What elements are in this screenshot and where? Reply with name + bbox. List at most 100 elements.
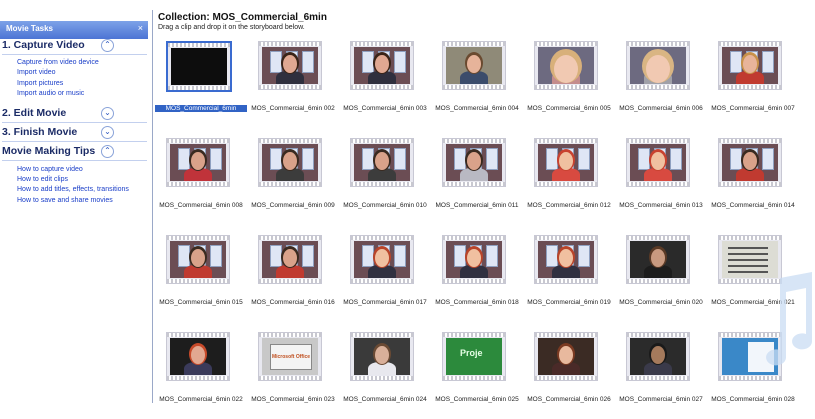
film-strip — [535, 376, 597, 380]
clip-thumbnail[interactable]: MOS_Commercial_6min 013 — [615, 135, 707, 225]
clip-label: MOS_Commercial_6min 013 — [619, 202, 703, 209]
video-frame — [630, 338, 686, 375]
clip-thumbnail-image — [718, 138, 782, 187]
link-how-to-edit[interactable]: How to edit clips — [17, 176, 68, 183]
section-capture-video[interactable]: 1. Capture Video ⌃ — [0, 39, 150, 55]
clip-label: MOS_Commercial_6min 016 — [251, 299, 335, 306]
chevron-down-icon[interactable]: ⌄ — [101, 107, 114, 120]
section-edit-movie[interactable]: 2. Edit Movie ⌄ — [0, 107, 150, 123]
film-strip — [443, 85, 505, 89]
clip-thumbnail[interactable]: MOS_Commercial_6min 026 — [523, 329, 615, 419]
film-strip — [259, 139, 321, 143]
clip-thumbnail[interactable]: Proje MOS_Commercial_6min 025 — [431, 329, 523, 419]
link-how-to-save[interactable]: How to save and share movies — [17, 197, 113, 204]
clip-thumbnail-image — [626, 138, 690, 187]
section-title: 2. Edit Movie — [2, 107, 67, 119]
clip-thumbnail[interactable]: MOS_Commercial_6min 005 — [523, 38, 615, 128]
film-strip — [535, 333, 597, 337]
clip-thumbnail-image — [166, 138, 230, 187]
clip-thumbnail-image — [258, 138, 322, 187]
video-frame — [446, 241, 502, 278]
clip-thumbnail-image: Microsoft Office — [258, 332, 322, 381]
clip-label: MOS_Commercial_6min — [155, 105, 247, 112]
clip-thumbnail[interactable]: MOS_Commercial_6min 016 — [247, 232, 339, 322]
film-strip — [627, 236, 689, 240]
clip-label: MOS_Commercial_6min 025 — [435, 396, 519, 403]
clip-thumbnail[interactable]: MOS_Commercial_6min 020 — [615, 232, 707, 322]
clip-thumbnail-image — [626, 235, 690, 284]
clip-label: MOS_Commercial_6min 004 — [435, 105, 519, 112]
clip-thumbnail-image — [350, 138, 414, 187]
clip-thumbnail[interactable]: MOS_Commercial_6min 019 — [523, 232, 615, 322]
clip-thumbnail-image — [258, 41, 322, 90]
clip-label: MOS_Commercial_6min 015 — [159, 299, 243, 306]
video-frame — [354, 241, 410, 278]
clip-thumbnail[interactable]: MOS_Commercial_6min 012 — [523, 135, 615, 225]
clip-label: MOS_Commercial_6min 027 — [619, 396, 703, 403]
clip-thumbnail[interactable]: MOS_Commercial_6min — [155, 38, 247, 128]
film-strip — [719, 139, 781, 143]
clip-thumbnail[interactable]: MOS_Commercial_6min 014 — [707, 135, 799, 225]
film-strip — [351, 85, 413, 89]
link-import-pictures[interactable]: Import pictures — [17, 80, 63, 87]
link-import-audio[interactable]: Import audio or music — [17, 90, 84, 97]
clip-thumbnail[interactable]: MOS_Commercial_6min 009 — [247, 135, 339, 225]
clip-label: MOS_Commercial_6min 026 — [527, 396, 611, 403]
video-frame — [170, 338, 226, 375]
clip-label: MOS_Commercial_6min 014 — [711, 202, 795, 209]
clip-thumbnail[interactable]: MOS_Commercial_6min 003 — [339, 38, 431, 128]
pane-divider[interactable] — [152, 10, 153, 403]
film-strip — [719, 236, 781, 240]
movie-tasks-title: Movie Tasks — [6, 24, 53, 33]
clip-thumbnail[interactable]: MOS_Commercial_6min 017 — [339, 232, 431, 322]
clip-thumbnail[interactable]: MOS_Commercial_6min 008 — [155, 135, 247, 225]
film-strip — [443, 279, 505, 283]
office-card-text: Microsoft Office — [270, 344, 312, 370]
divider — [2, 160, 147, 161]
chevron-down-icon[interactable]: ⌄ — [101, 126, 114, 139]
film-strip — [443, 182, 505, 186]
film-strip — [167, 236, 229, 240]
chevron-up-icon[interactable]: ⌃ — [101, 39, 114, 52]
chevron-up-icon[interactable]: ⌃ — [101, 145, 114, 158]
film-strip — [351, 333, 413, 337]
video-frame — [538, 241, 594, 278]
clip-thumbnail-image — [442, 235, 506, 284]
clip-thumbnail[interactable]: Microsoft Office MOS_Commercial_6min 023 — [247, 329, 339, 419]
clip-thumbnail-image — [258, 235, 322, 284]
section-title: Movie Making Tips — [2, 145, 96, 157]
clip-thumbnail[interactable]: MOS_Commercial_6min 022 — [155, 329, 247, 419]
clip-thumbnail[interactable]: MOS_Commercial_6min 006 — [615, 38, 707, 128]
clip-thumbnail[interactable]: MOS_Commercial_6min 015 — [155, 232, 247, 322]
link-how-to-add-titles[interactable]: How to add titles, effects, transitions — [17, 186, 129, 193]
link-capture-from-device[interactable]: Capture from video device — [17, 59, 99, 66]
clip-thumbnail[interactable]: MOS_Commercial_6min 027 — [615, 329, 707, 419]
clip-thumbnail-image — [350, 332, 414, 381]
link-import-video[interactable]: Import video — [17, 69, 56, 76]
close-icon[interactable]: × — [138, 23, 143, 33]
clip-thumbnail[interactable]: MOS_Commercial_6min 004 — [431, 38, 523, 128]
clip-thumbnail[interactable]: MOS_Commercial_6min 011 — [431, 135, 523, 225]
divider — [2, 54, 147, 55]
clip-thumbnail[interactable]: MOS_Commercial_6min 024 — [339, 329, 431, 419]
video-frame — [262, 47, 318, 84]
film-strip — [627, 279, 689, 283]
clip-thumbnail[interactable]: MOS_Commercial_6min 007 — [707, 38, 799, 128]
section-finish-movie[interactable]: 3. Finish Movie ⌄ — [0, 126, 150, 142]
film-strip — [627, 139, 689, 143]
section-movie-making-tips[interactable]: Movie Making Tips ⌃ — [0, 145, 150, 161]
film-strip — [627, 85, 689, 89]
film-strip — [351, 236, 413, 240]
film-strip — [443, 42, 505, 46]
clip-label: MOS_Commercial_6min 002 — [251, 105, 335, 112]
video-frame — [170, 241, 226, 278]
clip-thumbnail[interactable]: MOS_Commercial_6min 018 — [431, 232, 523, 322]
video-frame — [354, 47, 410, 84]
film-strip — [259, 42, 321, 46]
link-how-to-capture[interactable]: How to capture video — [17, 166, 83, 173]
clip-label: MOS_Commercial_6min 006 — [619, 105, 703, 112]
film-strip — [535, 85, 597, 89]
video-frame — [538, 47, 594, 84]
clip-thumbnail[interactable]: MOS_Commercial_6min 002 — [247, 38, 339, 128]
clip-thumbnail[interactable]: MOS_Commercial_6min 010 — [339, 135, 431, 225]
